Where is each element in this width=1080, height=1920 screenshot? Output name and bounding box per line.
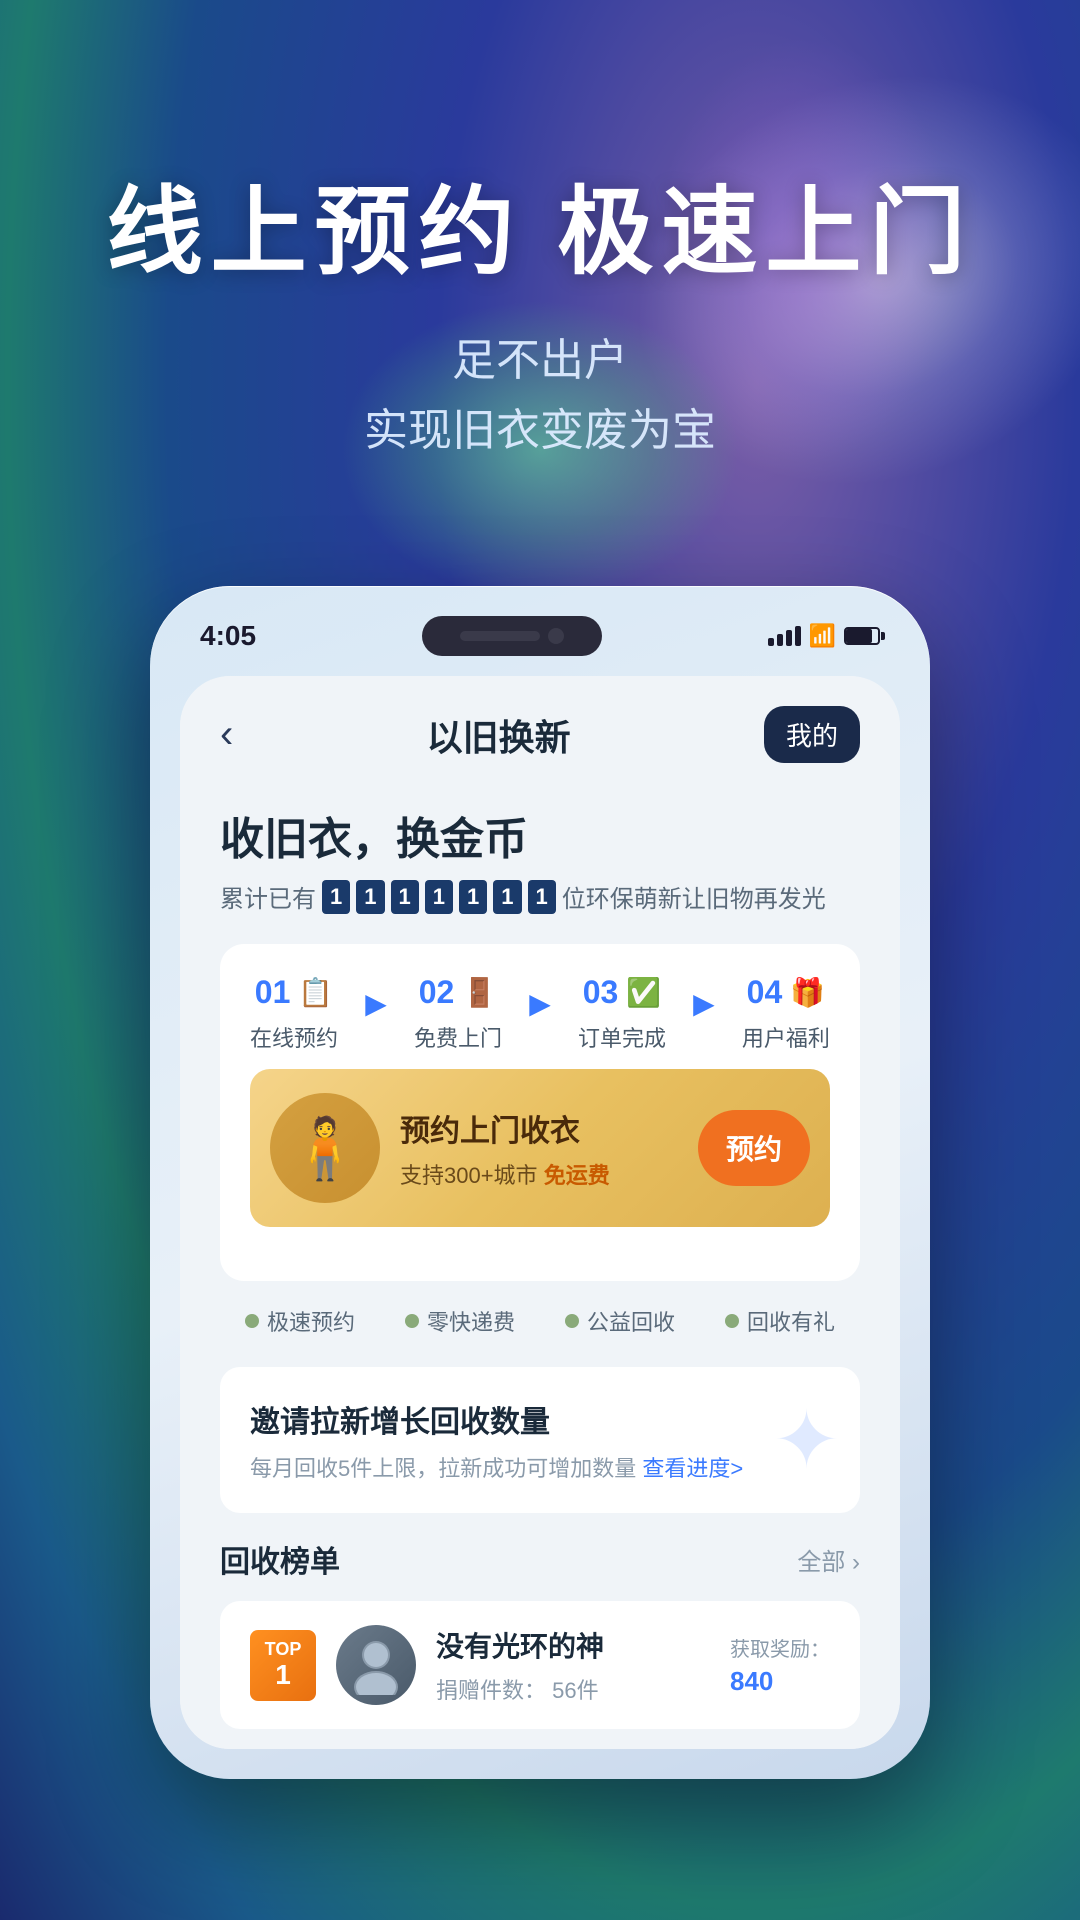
leaderboard-title: 回收榜单 xyxy=(220,1537,340,1581)
counter-digit-4: 1 xyxy=(425,880,453,914)
step-1-icon: 📋 xyxy=(298,976,333,1009)
rank-top-text: TOP xyxy=(264,1640,302,1660)
step-3-num: 03 xyxy=(583,974,619,1011)
tag-4-label: 回收有礼 xyxy=(747,1305,835,1337)
page-content: 线上预约 极速上门 足不出户 实现旧衣变废为宝 4:05 📶 xyxy=(0,0,1080,1920)
back-button[interactable]: ‹ xyxy=(220,712,233,757)
tags-row: 极速预约 零快递费 公益回收 回收有礼 xyxy=(220,1305,860,1337)
reward-label: 获取奖励： xyxy=(730,1633,830,1662)
leaderboard-all-link[interactable]: 全部 › xyxy=(797,1542,860,1577)
rank-badge-1: TOP 1 xyxy=(250,1630,316,1701)
step-2: 02 🚪 免费上门 xyxy=(414,974,502,1053)
status-bar: 4:05 📶 xyxy=(180,616,900,676)
banner-sub-text: 支持300+城市 免运费 xyxy=(400,1158,678,1190)
my-button[interactable]: 我的 xyxy=(764,706,860,763)
tag-3-label: 公益回收 xyxy=(587,1305,675,1337)
banner-character-icon: 🧍 xyxy=(270,1093,380,1203)
user-name-1: 没有光环的神 xyxy=(436,1625,710,1665)
phone-notch xyxy=(422,616,602,656)
notch-pill xyxy=(460,631,540,641)
step-3-icon: ✅ xyxy=(626,976,661,1009)
book-button[interactable]: 预约 xyxy=(698,1110,810,1186)
invite-graphic-icon: ✦ xyxy=(773,1394,840,1487)
tag-1: 极速预约 xyxy=(245,1305,355,1337)
counter-digit-6: 1 xyxy=(493,880,521,914)
booking-banner: 🧍 预约上门收衣 支持300+城市 免运费 预约 xyxy=(250,1069,830,1227)
tag-2-label: 零快递费 xyxy=(427,1305,515,1337)
tag-1-dot xyxy=(245,1314,259,1328)
donations-value: 56件 xyxy=(552,1678,598,1703)
step-1-num: 01 xyxy=(255,974,291,1011)
step-arrow-2: ▶ xyxy=(529,987,551,1020)
tag-1-label: 极速预约 xyxy=(267,1305,355,1337)
step-4-label: 用户福利 xyxy=(742,1021,830,1053)
user-reward-1: 获取奖励： 840 xyxy=(730,1633,830,1697)
tag-4: 回收有礼 xyxy=(725,1305,835,1337)
counter-digit-5: 1 xyxy=(459,880,487,914)
app-body: 收旧衣，换金币 累计已有 1 1 1 1 1 1 1 位环保萌新让旧物再发光 xyxy=(180,783,900,1749)
invite-title: 邀请拉新增长回收数量 xyxy=(250,1397,830,1441)
leaderboard-item-1: TOP 1 xyxy=(220,1601,860,1729)
step-2-label: 免费上门 xyxy=(414,1021,502,1053)
donations-label: 捐赠件数： xyxy=(436,1678,546,1703)
counter-digit-3: 1 xyxy=(391,880,419,914)
banner-text-area: 预约上门收衣 支持300+城市 免运费 xyxy=(400,1106,678,1190)
status-icons: 📶 xyxy=(768,623,880,649)
section-main-title: 收旧衣，换金币 xyxy=(220,803,860,867)
battery-icon xyxy=(844,627,880,645)
invite-section: 邀请拉新增长回收数量 每月回收5件上限，拉新成功可增加数量 查看进度> ✦ xyxy=(220,1367,860,1513)
hero-title: 线上预约 极速上门 xyxy=(80,180,1000,286)
counter-digit-1: 1 xyxy=(322,880,350,914)
tag-3-dot xyxy=(565,1314,579,1328)
leaderboard-section: 回收榜单 全部 › TOP 1 xyxy=(220,1537,860,1729)
banner-main-text: 预约上门收衣 xyxy=(400,1106,678,1150)
app-page-title: 以旧换新 xyxy=(427,709,571,761)
hero-subtitle-line2: 实现旧衣变废为宝 xyxy=(364,406,716,455)
step-2-num: 02 xyxy=(419,974,455,1011)
step-1: 01 📋 在线预约 xyxy=(250,974,338,1053)
rank-number: 1 xyxy=(264,1660,302,1691)
steps-row: 01 📋 在线预约 ▶ 02 🚪 xyxy=(250,974,830,1053)
phone-container: 4:05 📶 ‹ xyxy=(0,586,1080,1779)
user-info-1: 没有光环的神 捐赠件数： 56件 xyxy=(436,1625,710,1705)
tag-2-dot xyxy=(405,1314,419,1328)
counter-row: 累计已有 1 1 1 1 1 1 1 位环保萌新让旧物再发光 xyxy=(220,879,860,914)
step-1-label: 在线预约 xyxy=(250,1021,338,1053)
banner-highlight: 免运费 xyxy=(544,1163,610,1188)
app-screen: ‹ 以旧换新 我的 收旧衣，换金币 累计已有 1 1 1 1 1 xyxy=(180,676,900,1749)
user-avatar-1 xyxy=(336,1625,416,1705)
counter-prefix: 累计已有 xyxy=(220,879,316,914)
step-4: 04 🎁 用户福利 xyxy=(742,974,830,1053)
counter-digit-7: 1 xyxy=(528,880,556,914)
invite-desc: 每月回收5件上限，拉新成功可增加数量 查看进度> xyxy=(250,1451,830,1483)
notch-dot xyxy=(548,628,564,644)
step-2-icon: 🚪 xyxy=(462,976,497,1009)
signal-icon xyxy=(768,626,801,646)
phone-mockup: 4:05 📶 ‹ xyxy=(150,586,930,1779)
invite-progress-link[interactable]: 查看进度> xyxy=(642,1456,743,1481)
wifi-icon: 📶 xyxy=(809,623,836,649)
tag-3: 公益回收 xyxy=(565,1305,675,1337)
hero-subtitle: 足不出户 实现旧衣变废为宝 xyxy=(80,326,1000,467)
step-arrow-3: ▶ xyxy=(693,987,715,1020)
hero-subtitle-line1: 足不出户 xyxy=(452,336,628,385)
status-time: 4:05 xyxy=(200,620,256,652)
step-4-icon: 🎁 xyxy=(790,976,825,1009)
step-arrow-1: ▶ xyxy=(365,987,387,1020)
counter-suffix: 位环保萌新让旧物再发光 xyxy=(562,879,826,914)
app-header: ‹ 以旧换新 我的 xyxy=(180,676,900,783)
banner-sub-prefix: 支持300+城市 xyxy=(400,1163,538,1188)
step-3-label: 订单完成 xyxy=(578,1021,666,1053)
leaderboard-header: 回收榜单 全部 › xyxy=(220,1537,860,1581)
counter-digit-2: 1 xyxy=(356,880,384,914)
tag-4-dot xyxy=(725,1314,739,1328)
step-4-num: 04 xyxy=(747,974,783,1011)
user-stats-1: 捐赠件数： 56件 xyxy=(436,1673,710,1705)
reward-value: 840 xyxy=(730,1666,830,1697)
tag-2: 零快递费 xyxy=(405,1305,515,1337)
invite-desc-text: 每月回收5件上限，拉新成功可增加数量 xyxy=(250,1456,636,1481)
hero-section: 线上预约 极速上门 足不出户 实现旧衣变废为宝 xyxy=(0,0,1080,526)
step-3: 03 ✅ 订单完成 xyxy=(578,974,666,1053)
steps-card: 01 📋 在线预约 ▶ 02 🚪 xyxy=(220,944,860,1281)
